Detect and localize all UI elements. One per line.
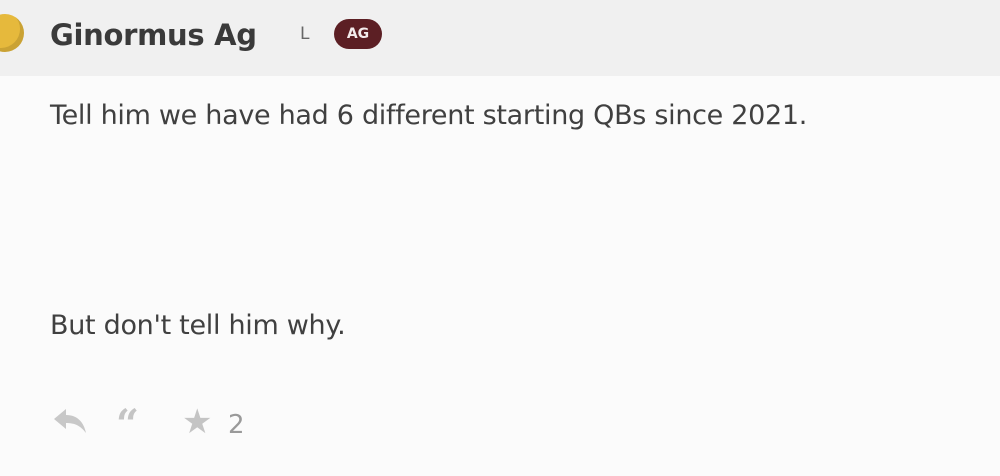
author-name[interactable]: Ginormus Ag xyxy=(50,18,257,52)
star-count: 2 xyxy=(228,410,245,440)
star-icon[interactable]: ★ xyxy=(182,405,218,439)
user-level-indicator: L xyxy=(300,24,310,44)
post-text-line-2: But don't tell him why. xyxy=(50,310,346,341)
post-header: Ginormus Ag L AG xyxy=(0,0,1000,76)
reply-icon[interactable] xyxy=(52,405,88,435)
quote-icon[interactable]: “ xyxy=(116,405,156,445)
post-text-line-1: Tell him we have had 6 different startin… xyxy=(50,100,808,131)
avatar[interactable] xyxy=(0,14,24,52)
ag-badge: AG xyxy=(334,19,382,49)
